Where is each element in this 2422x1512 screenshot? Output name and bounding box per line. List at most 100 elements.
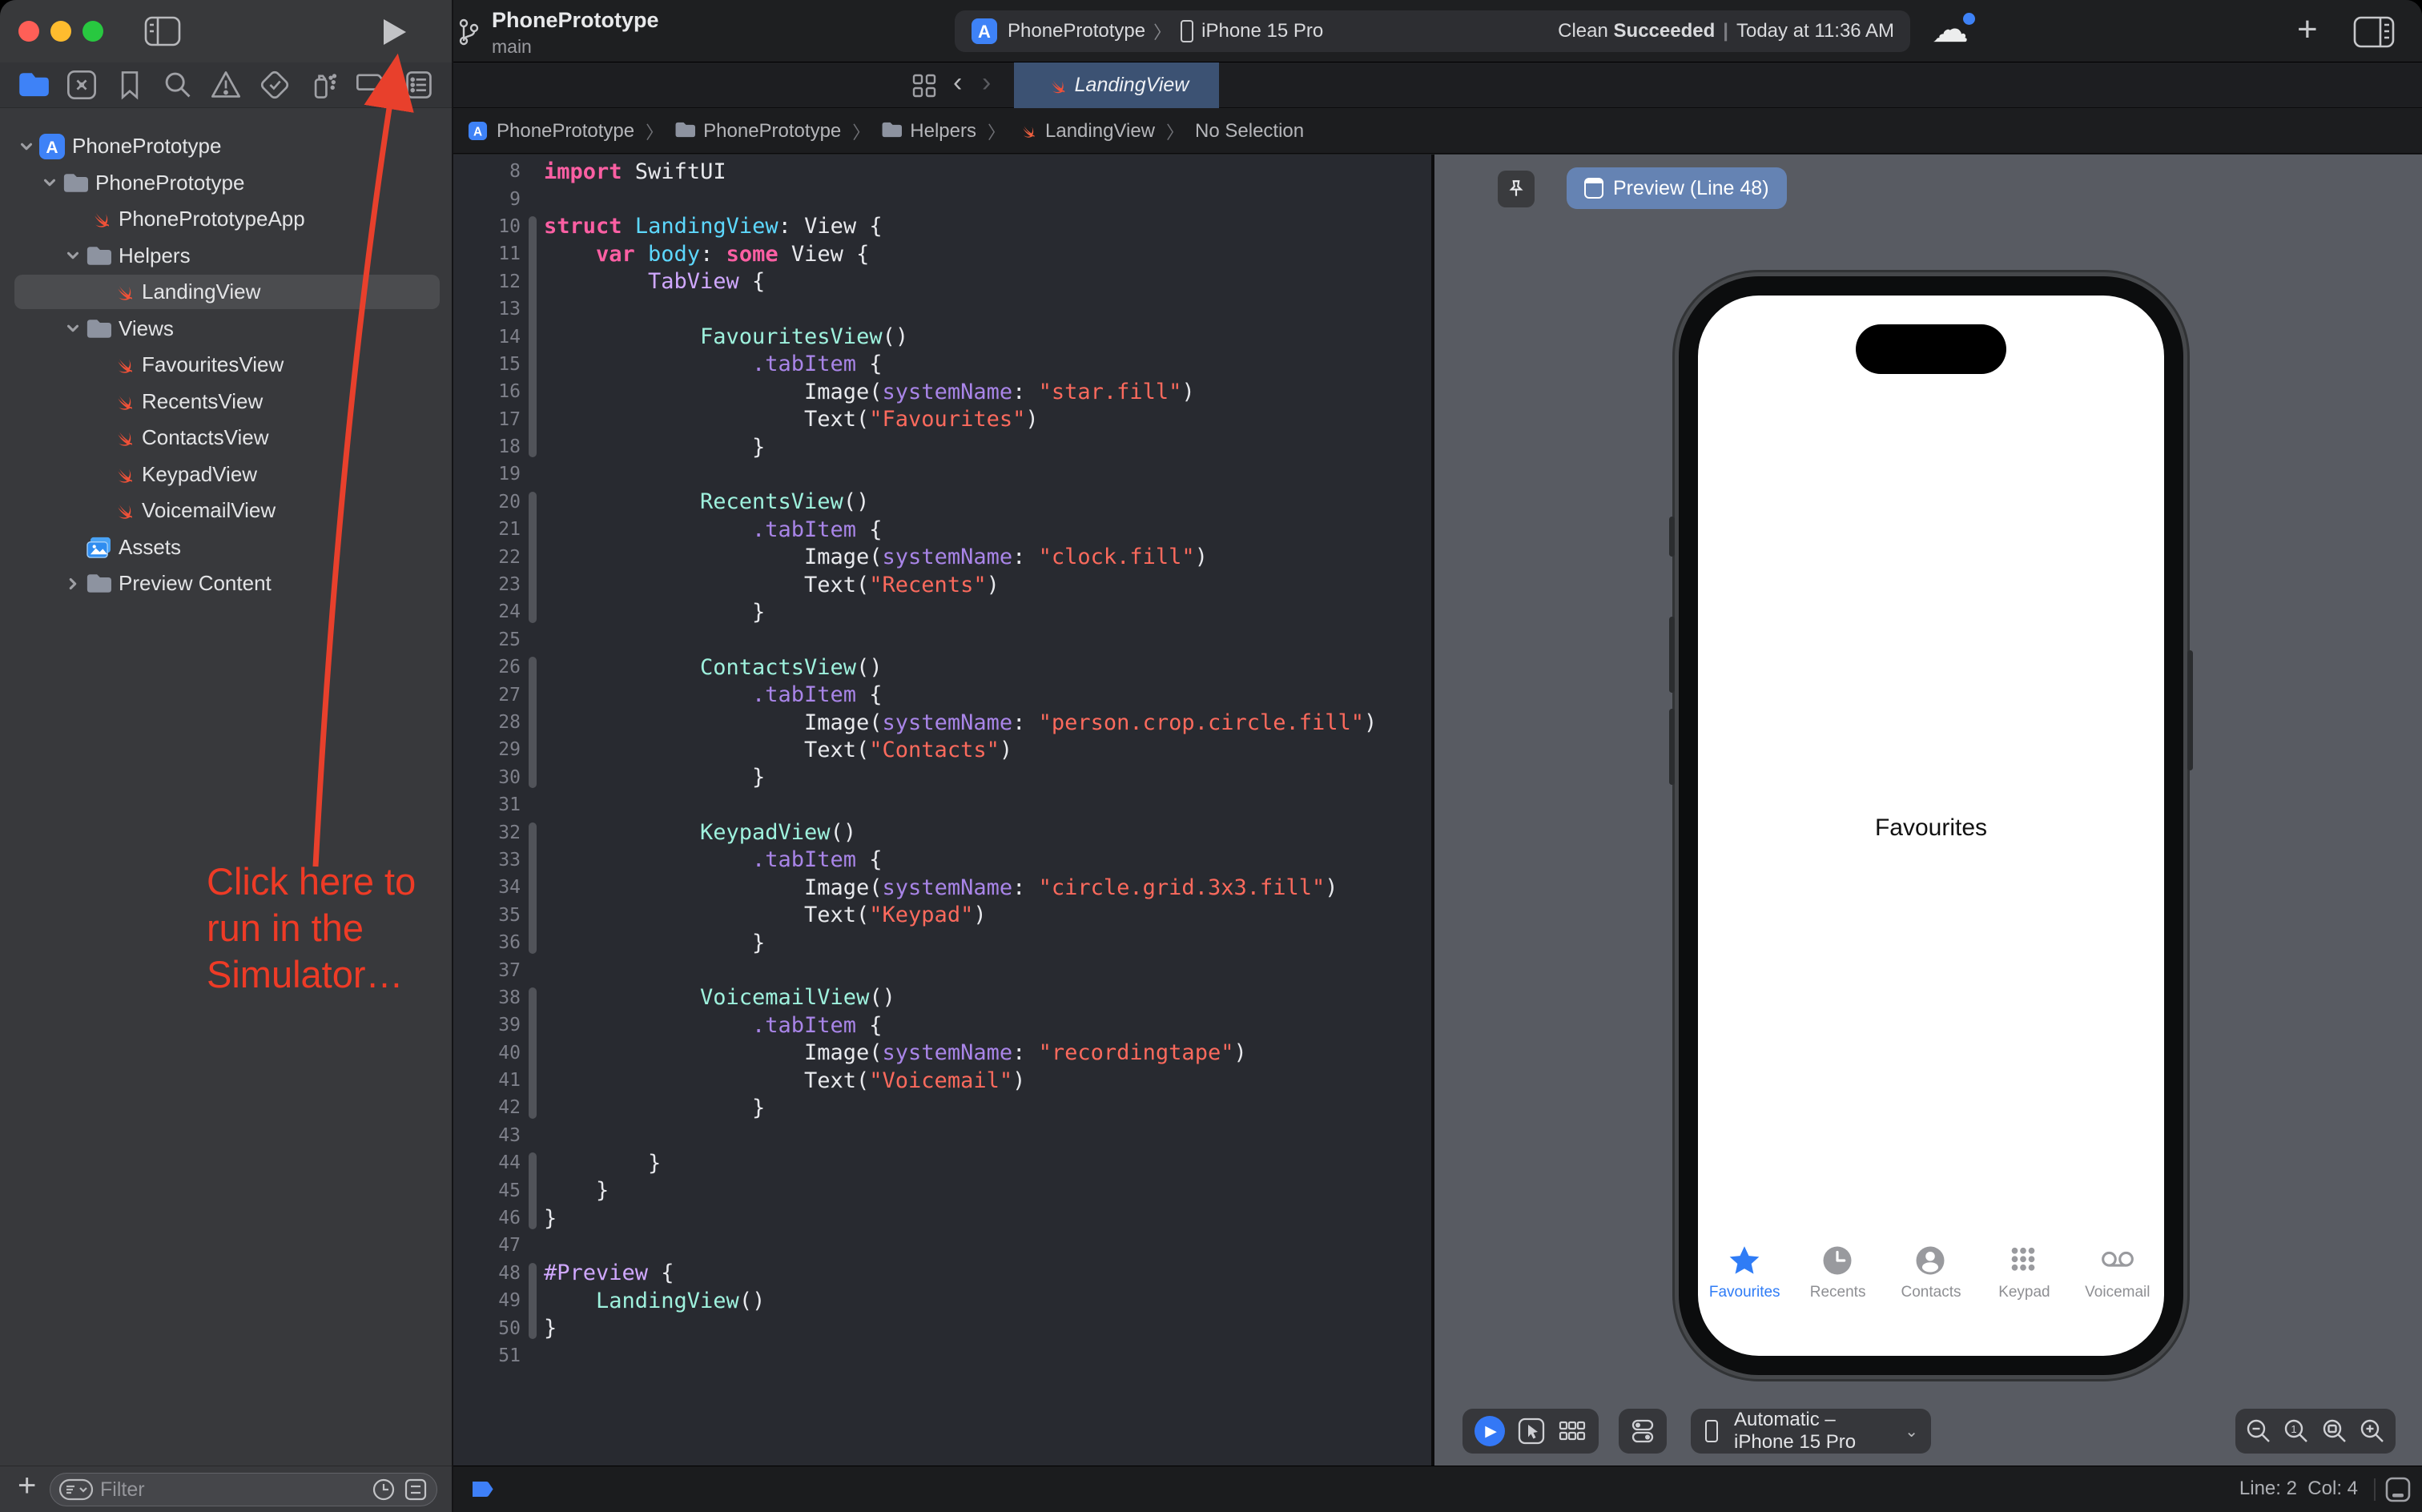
code-line-18[interactable]: 18}: [453, 433, 1431, 460]
code-line-20[interactable]: 20 RecentsView(): [453, 489, 1431, 516]
sidebar-item-favouritesview[interactable]: FavouritesView: [0, 347, 453, 383]
code-line-32[interactable]: 32 KeypadView(): [453, 818, 1431, 846]
code-line-51[interactable]: 51: [453, 1342, 1431, 1369]
breakpoint-tag-icon[interactable]: [471, 1480, 495, 1498]
code-line-14[interactable]: 14 FavouritesView(): [453, 323, 1431, 350]
selectable-mode-button[interactable]: [1517, 1417, 1546, 1446]
breadcrumb-item-phoneprototype[interactable]: PhonePrototype: [674, 120, 841, 143]
breakpoints-navigator-icon[interactable]: [355, 69, 387, 101]
code-line-46[interactable]: 46}: [453, 1204, 1431, 1232]
build-status[interactable]: Clean Succeeded | Today at 11:36 AM: [1558, 20, 1894, 42]
library-add-button[interactable]: +: [2297, 10, 2318, 50]
code-line-45[interactable]: 45}: [453, 1176, 1431, 1204]
code-lines[interactable]: 8 import SwiftUI 9 10 struct LandingView: Vi…: [453, 158, 1431, 1369]
disclosure-chevron-icon[interactable]: [16, 136, 37, 157]
zoom-in-button[interactable]: [2358, 1417, 2387, 1446]
forward-chevron[interactable]: ›: [982, 67, 991, 99]
ios-tab-voicemail[interactable]: Voicemail: [2071, 1244, 2164, 1314]
code-line-42[interactable]: 42}: [453, 1094, 1431, 1121]
preview-device-selector[interactable]: Automatic – iPhone 15 Pro ⌄: [1691, 1409, 1931, 1454]
source-control-icon[interactable]: [66, 69, 98, 101]
project-navigator-icon[interactable]: [18, 69, 50, 101]
code-line-49[interactable]: 49 LandingView(): [453, 1287, 1431, 1314]
disclosure-chevron-icon[interactable]: [62, 245, 83, 266]
back-chevron[interactable]: ‹: [953, 67, 962, 99]
sidebar-item-recentsview[interactable]: RecentsView: [0, 384, 453, 420]
breadcrumb-item-helpers[interactable]: Helpers: [881, 120, 976, 143]
breadcrumb-item-no-selection[interactable]: No Selection: [1195, 120, 1304, 143]
tab-landingview[interactable]: LandingView: [1014, 62, 1219, 108]
device-settings-button[interactable]: [1628, 1417, 1657, 1446]
code-line-12[interactable]: 12 TabView {: [453, 268, 1431, 296]
code-line-11[interactable]: 11 var body: some View {: [453, 240, 1431, 267]
code-editor[interactable]: 8 import SwiftUI 9 10 struct LandingView: Vi…: [453, 155, 1431, 1466]
pin-preview-button[interactable]: [1498, 171, 1535, 207]
preview-pill-button[interactable]: Preview (Line 48): [1567, 167, 1787, 209]
code-line-21[interactable]: 21 .tabItem {: [453, 516, 1431, 543]
variants-grid-button[interactable]: [1558, 1417, 1587, 1446]
code-line-25[interactable]: 25: [453, 626, 1431, 653]
code-line-44[interactable]: 44}: [453, 1149, 1431, 1176]
code-line-26[interactable]: 26 ContactsView(): [453, 653, 1431, 681]
filter-menu-icon[interactable]: [58, 1478, 94, 1501]
code-line-38[interactable]: 38 VoicemailView(): [453, 984, 1431, 1011]
code-line-9[interactable]: 9: [453, 185, 1431, 212]
scheme-app-name[interactable]: PhonePrototype: [1008, 20, 1145, 42]
sidebar-item-assets[interactable]: Assets: [0, 529, 453, 565]
disclosure-chevron-icon[interactable]: [62, 573, 83, 594]
issues-navigator-icon[interactable]: [210, 69, 242, 101]
sidebar-item-helpers[interactable]: Helpers: [0, 238, 453, 274]
code-line-43[interactable]: 43: [453, 1122, 1431, 1149]
zoom-100-button[interactable]: 1: [2282, 1417, 2311, 1446]
code-line-50[interactable]: 50}: [453, 1314, 1431, 1341]
code-line-31[interactable]: 31: [453, 791, 1431, 818]
code-line-29[interactable]: 29 Text("Contacts"): [453, 736, 1431, 763]
sidebar-item-landingview[interactable]: LandingView: [0, 274, 453, 310]
code-line-37[interactable]: 37: [453, 956, 1431, 983]
code-line-15[interactable]: 15 .tabItem {: [453, 351, 1431, 378]
code-line-24[interactable]: 24}: [453, 598, 1431, 625]
sidebar-item-preview-content[interactable]: Preview Content: [0, 565, 453, 601]
code-line-27[interactable]: 27 .tabItem {: [453, 681, 1431, 708]
code-line-10[interactable]: 10 struct LandingView: View {: [453, 213, 1431, 240]
code-line-33[interactable]: 33 .tabItem {: [453, 846, 1431, 874]
code-line-19[interactable]: 19: [453, 460, 1431, 488]
filter-field[interactable]: Filter: [50, 1473, 437, 1506]
sidebar-item-phoneprototype[interactable]: PhonePrototype: [0, 165, 453, 201]
sidebar-item-voicemailview[interactable]: VoicemailView: [0, 493, 453, 529]
sidebar-item-keypadview[interactable]: KeypadView: [0, 456, 453, 493]
scheme-and-status-pill[interactable]: A PhonePrototype 〉 iPhone 15 Pro Clean S…: [955, 10, 1910, 52]
code-line-17[interactable]: 17 Text("Favourites"): [453, 406, 1431, 433]
code-line-34[interactable]: 34 Image(systemName: "circle.grid.3x3.fil…: [453, 874, 1431, 901]
disclosure-chevron-icon[interactable]: [62, 318, 83, 339]
ios-tab-favourites[interactable]: Favourites: [1698, 1244, 1791, 1314]
code-line-47[interactable]: 47: [453, 1232, 1431, 1259]
code-line-13[interactable]: 13: [453, 296, 1431, 323]
sidebar-item-contactsview[interactable]: ContactsView: [0, 420, 453, 456]
related-items-icon[interactable]: [911, 73, 937, 99]
code-line-22[interactable]: 22 Image(systemName: "clock.fill"): [453, 543, 1431, 570]
code-line-41[interactable]: 41 Text("Voicemail"): [453, 1067, 1431, 1094]
disclosure-chevron-icon[interactable]: [39, 172, 60, 193]
code-line-23[interactable]: 23 Text("Recents"): [453, 571, 1431, 598]
scheme-device-name[interactable]: iPhone 15 Pro: [1201, 20, 1323, 42]
code-line-35[interactable]: 35 Text("Keypad"): [453, 902, 1431, 929]
ios-tab-keypad[interactable]: Keypad: [1977, 1244, 2070, 1314]
zoom-out-button[interactable]: [2244, 1417, 2273, 1446]
zoom-button[interactable]: [82, 21, 103, 42]
statusbar-device-icon[interactable]: [2382, 1476, 2414, 1503]
inspector-toggle-icon[interactable]: [2353, 16, 2395, 48]
code-line-30[interactable]: 30}: [453, 764, 1431, 791]
code-line-28[interactable]: 28 Image(systemName: "person.crop.circle.…: [453, 709, 1431, 736]
sidebar-item-phoneprototype[interactable]: A PhonePrototype: [0, 128, 453, 164]
minimize-button[interactable]: [50, 21, 71, 42]
code-line-48[interactable]: 48 #Preview {: [453, 1260, 1431, 1287]
breadcrumb-item-landingview[interactable]: LandingView: [1016, 120, 1155, 143]
code-line-36[interactable]: 36}: [453, 929, 1431, 956]
find-navigator-icon[interactable]: [162, 69, 194, 101]
code-line-40[interactable]: 40 Image(systemName: "recordingtape"): [453, 1040, 1431, 1067]
cloud-status-icon[interactable]: ☁: [1932, 5, 1980, 53]
bookmarks-navigator-icon[interactable]: [114, 69, 146, 101]
run-play-button[interactable]: [381, 18, 408, 46]
ios-tab-recents[interactable]: Recents: [1791, 1244, 1884, 1314]
